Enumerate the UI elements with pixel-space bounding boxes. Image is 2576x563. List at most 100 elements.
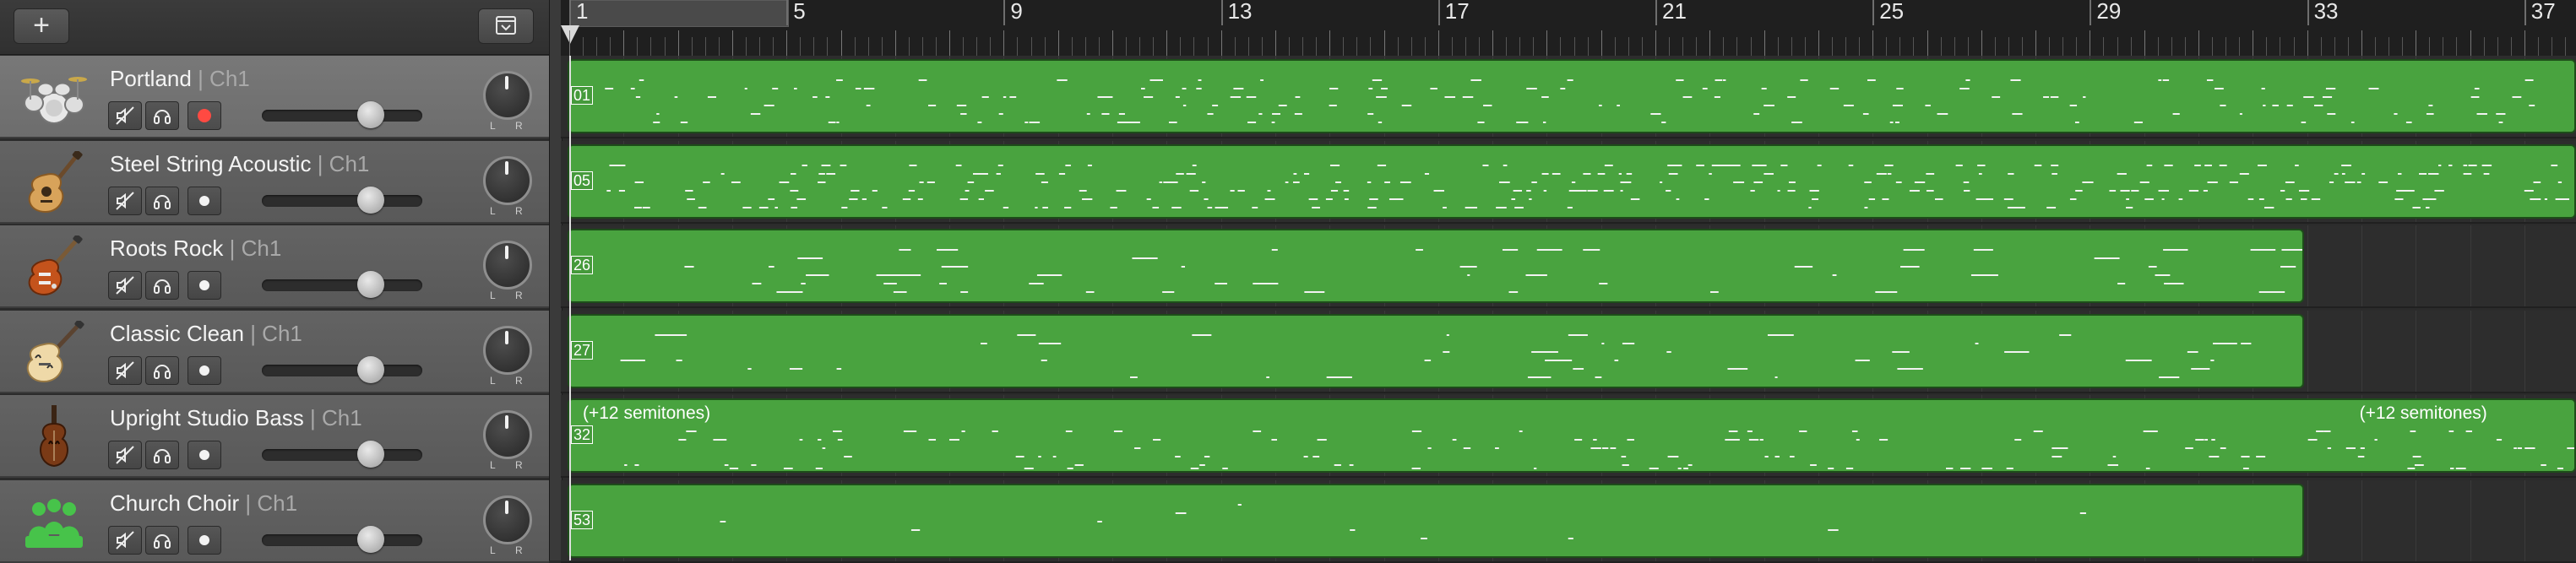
track-lane[interactable]: 27 [561,310,2576,393]
track-header[interactable]: Classic Clean | Ch1 L R [0,310,549,393]
record-enable-button[interactable] [187,355,221,385]
track-lane[interactable]: 26 [561,225,2576,308]
midi-region[interactable]: 26 [568,229,2304,303]
volume-slider[interactable] [262,186,422,214]
track-header[interactable]: Roots Rock | Ch1 L R [0,225,549,308]
volume-slider-knob[interactable] [357,186,385,214]
timeline-ruler[interactable]: 1 5 9 13 17 21 25 29 33 37 [561,0,2576,57]
midi-region[interactable]: 27 [568,313,2304,388]
mute-button[interactable] [108,186,142,215]
track-channel-label: | Ch1 [198,66,250,91]
solo-button[interactable] [145,271,179,300]
midi-note [687,198,695,200]
midi-note [2350,122,2355,123]
solo-button[interactable] [145,525,179,555]
track-name[interactable]: Steel String Acoustic | Ch1 [110,151,369,177]
track-header[interactable]: Steel String Acoustic | Ch1 L R [0,140,549,224]
mute-button[interactable] [108,355,142,385]
midi-note [2204,439,2209,441]
pan-knob[interactable] [483,155,532,205]
track-name[interactable]: Church Choir | Ch1 [110,490,297,517]
solo-button[interactable] [145,101,179,130]
track-name[interactable]: Classic Clean | Ch1 [110,321,302,347]
pan-knob[interactable] [483,495,532,544]
ruler-beat-tick [1098,37,1100,56]
pan-knob[interactable] [483,325,532,375]
mute-button[interactable] [108,525,142,555]
midi-note [1845,468,1854,469]
volume-slider[interactable] [262,525,422,553]
midi-note [2241,342,2252,344]
midi-note [1186,172,1196,175]
track-lane[interactable]: 05 [561,140,2576,224]
ruler-beat-tick [677,30,679,56]
track-header[interactable]: Church Choir | Ch1 L R [0,479,549,563]
pan-knob[interactable] [483,241,532,290]
track-name[interactable]: Portland | Ch1 [110,66,250,92]
cycle-region[interactable] [569,0,789,27]
midi-region[interactable]: 05 [568,143,2576,219]
track-header[interactable]: Portland | Ch1 L R [0,56,549,138]
midi-note [2239,172,2249,175]
track-name[interactable]: Upright Studio Bass | Ch1 [110,405,362,431]
track-lane[interactable]: 01 [561,56,2576,138]
record-enable-button[interactable] [187,525,221,555]
midi-note [2220,105,2226,106]
volume-slider-knob[interactable] [357,355,385,383]
mute-button[interactable] [108,271,142,300]
midi-region[interactable]: 01 [568,59,2576,133]
volume-slider[interactable] [262,101,422,128]
record-enable-button[interactable] [187,186,221,215]
volume-slider-knob[interactable] [357,271,385,298]
midi-note [1503,164,1508,166]
midi-note [2008,172,2014,175]
midi-note [1367,206,1377,208]
ruler-beat-tick [1329,30,1331,56]
solo-button[interactable] [145,441,179,469]
track-lane[interactable]: 32 (+12 semitones) (+12 semitones) [561,395,2576,478]
ruler-beat-tick [745,37,747,56]
track-name[interactable]: Roots Rock | Ch1 [110,235,281,262]
track-header-filter-button[interactable] [478,8,534,44]
midi-note [2052,456,2062,457]
volume-slider[interactable] [262,271,422,298]
solo-button[interactable] [145,186,179,215]
midi-note [973,172,981,175]
midi-note [2470,96,2480,98]
playhead-line[interactable] [569,56,571,560]
midi-note [1791,122,1802,123]
midi-note [893,291,907,293]
pan-knob[interactable] [483,71,532,120]
track-header[interactable]: Upright Studio Bass | Ch1 L R [0,395,549,478]
track-name-label: Steel String Acoustic [110,150,312,176]
mute-button[interactable] [108,101,142,130]
volume-slider[interactable] [262,441,422,468]
midi-region[interactable]: 53 [568,483,2304,558]
pan-knob[interactable] [483,410,532,459]
volume-slider-knob[interactable] [357,441,385,468]
midi-note [729,468,739,469]
volume-slider-knob[interactable] [357,101,385,128]
record-enable-button[interactable] [187,441,221,469]
solo-button[interactable] [145,355,179,385]
ruler-beat-tick [1383,30,1385,56]
record-enable-button[interactable] [187,271,221,300]
ruler-beat-tick [2130,37,2132,56]
midi-note [1079,189,1087,192]
midi-note [2172,113,2180,115]
add-track-button[interactable]: + [14,8,69,44]
playhead-marker[interactable] [561,25,579,44]
volume-slider[interactable] [262,355,422,383]
volume-slider-knob[interactable] [357,525,385,553]
track-lane[interactable]: 53 [561,479,2576,563]
midi-note [1728,430,1737,432]
midi-note [1601,447,1609,449]
midi-note [2144,198,2154,200]
drum-kit-icon [20,66,88,128]
mute-button[interactable] [108,441,142,469]
midi-note [1430,88,1437,89]
midi-note [1024,122,1029,123]
record-enable-button[interactable] [187,101,221,130]
midi-note [2258,164,2267,166]
midi-region[interactable]: 32 (+12 semitones) (+12 semitones) [568,398,2576,473]
